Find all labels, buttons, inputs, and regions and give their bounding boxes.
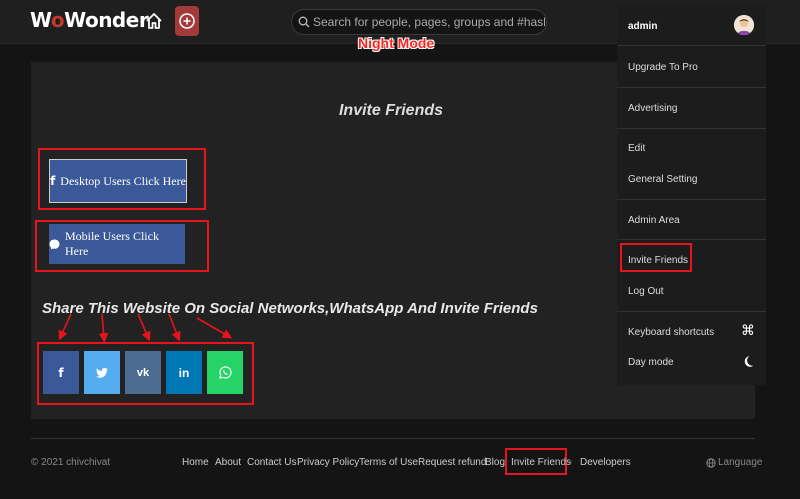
home-icon[interactable]: [144, 11, 164, 31]
dropdown-username[interactable]: admin: [628, 21, 657, 32]
menu-item-edit[interactable]: Edit: [628, 143, 645, 154]
dropdown-divider: [617, 87, 766, 88]
whatsapp-icon: [218, 366, 232, 379]
footer-link-about[interactable]: About: [215, 457, 241, 468]
footer-link-developers[interactable]: Developers: [580, 457, 631, 468]
search-input[interactable]: [313, 15, 545, 29]
menu-item-logout[interactable]: Log Out: [628, 286, 664, 297]
share-twitter-button[interactable]: [84, 351, 120, 394]
menu-item-admin-area[interactable]: Admin Area: [628, 215, 680, 226]
footer-link-terms[interactable]: Terms of Use: [359, 457, 418, 468]
footer-divider: [31, 438, 755, 439]
facebook-icon: f: [50, 174, 56, 188]
menu-item-day-mode[interactable]: Day mode: [628, 357, 674, 368]
dropdown-divider: [617, 199, 766, 200]
menu-item-general-setting[interactable]: General Setting: [628, 174, 698, 185]
arrow-2: [98, 313, 109, 343]
footer-separator: -: [569, 457, 573, 468]
facebook-icon: f: [58, 365, 64, 380]
logo-w: W: [30, 8, 51, 32]
share-facebook-button[interactable]: f: [43, 351, 79, 394]
create-button[interactable]: [175, 6, 199, 36]
site-logo[interactable]: WoWonder: [30, 8, 149, 32]
share-vk-button[interactable]: vk: [125, 351, 161, 394]
footer-link-privacy[interactable]: Privacy Policy: [297, 457, 359, 468]
footer-link-blog[interactable]: Blog: [485, 457, 505, 468]
language-selector[interactable]: Language: [706, 457, 763, 468]
menu-item-invite-friends[interactable]: Invite Friends: [628, 255, 688, 266]
share-linkedin-button[interactable]: in: [166, 351, 202, 394]
command-icon: ⌘: [741, 323, 755, 339]
arrow-4: [168, 313, 181, 342]
desktop-button-label: Desktop Users Click Here: [60, 173, 186, 188]
messenger-icon: [49, 239, 60, 249]
dropdown-divider: [617, 128, 766, 129]
footer-link-refund[interactable]: Request refund: [418, 457, 486, 468]
desktop-users-button[interactable]: f Desktop Users Click Here: [49, 159, 187, 203]
globe-icon: [706, 457, 716, 468]
menu-item-advertising[interactable]: Advertising: [628, 103, 677, 114]
mobile-button-label: Mobile Users Click Here: [64, 229, 159, 258]
language-label: Language: [718, 457, 763, 468]
footer-link-contact[interactable]: Contact Us: [247, 457, 296, 468]
moon-icon: [744, 356, 754, 367]
footer-copyright: © 2021 chivchivat: [31, 457, 111, 468]
arrow-1: [58, 313, 72, 341]
linkedin-icon: in: [178, 365, 190, 380]
dropdown-divider: [617, 311, 766, 312]
dropdown-divider: [617, 45, 766, 46]
menu-item-keyboard-shortcuts[interactable]: Keyboard shortcuts: [628, 327, 714, 338]
search-bar[interactable]: [291, 9, 547, 35]
twitter-icon: [96, 367, 108, 378]
share-whatsapp-button[interactable]: [207, 351, 243, 394]
search-icon: [298, 16, 310, 28]
arrow-5: [196, 317, 233, 339]
logo-o: o: [50, 8, 65, 32]
dropdown-divider: [617, 239, 766, 240]
logo-wonder: Wonder: [64, 8, 149, 32]
vk-icon: vk: [136, 366, 150, 379]
mobile-users-button[interactable]: Mobile Users Click Here: [49, 224, 185, 264]
avatar[interactable]: [734, 15, 754, 35]
plus-circle-icon: [179, 13, 195, 29]
arrow-3: [137, 313, 151, 342]
menu-item-upgrade[interactable]: Upgrade To Pro: [628, 62, 698, 73]
user-dropdown-menu: admin Upgrade To Pro Advertising Edit Ge…: [617, 5, 766, 385]
night-mode-annotation: Night Mode: [358, 35, 435, 51]
footer-link-home[interactable]: Home: [182, 457, 209, 468]
avatar-icon: [734, 15, 754, 35]
footer-link-invite[interactable]: Invite Friends: [511, 457, 571, 468]
